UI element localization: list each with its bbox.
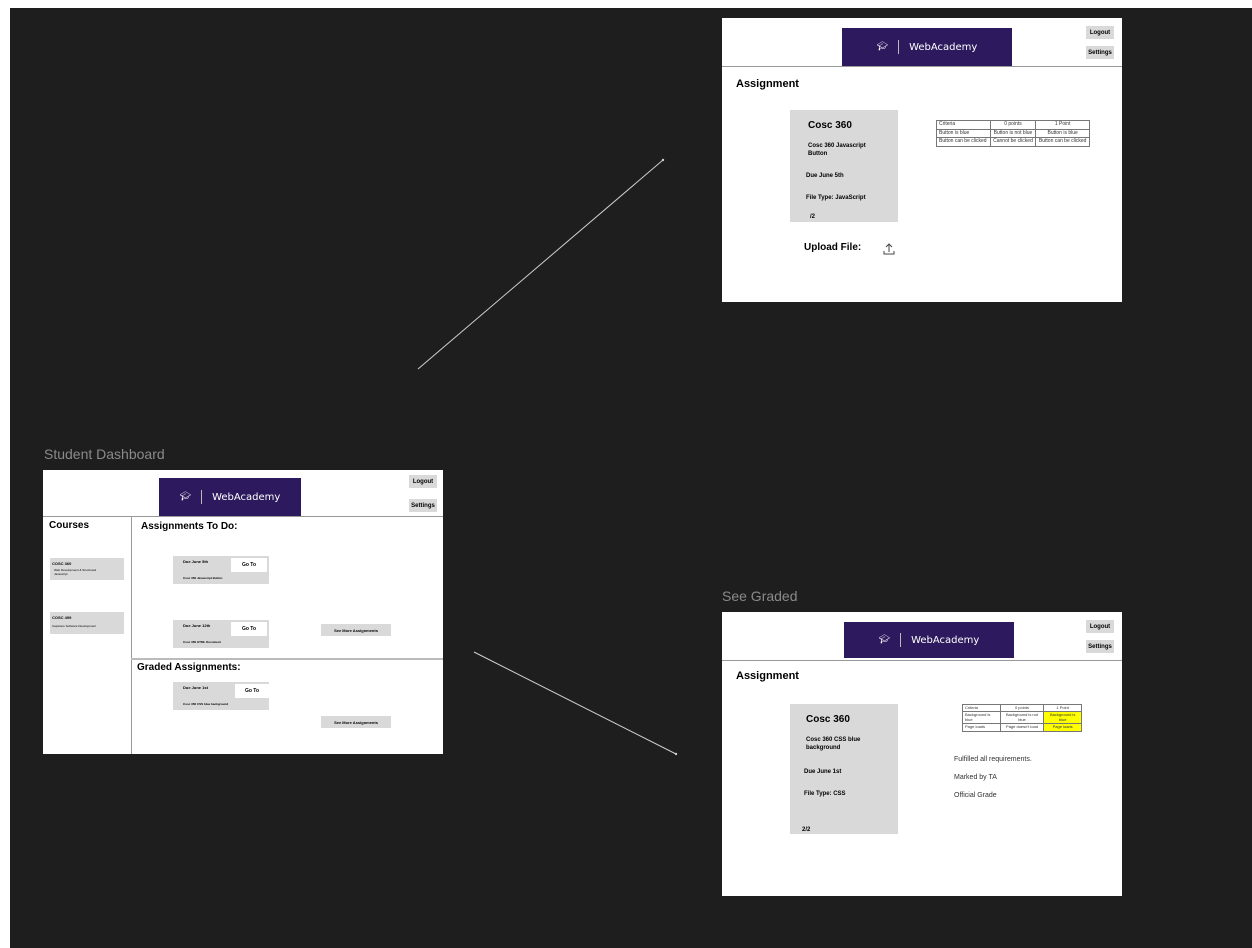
connector-to-graded bbox=[473, 651, 677, 755]
design-canvas: 🎓︎ WebAcademy Logout Settings Assignment… bbox=[10, 8, 1252, 948]
prototype-connectors bbox=[417, 158, 678, 756]
connector-arrowhead bbox=[661, 158, 665, 162]
connector-arrowhead bbox=[674, 752, 678, 756]
connector-to-assignment bbox=[417, 159, 664, 370]
